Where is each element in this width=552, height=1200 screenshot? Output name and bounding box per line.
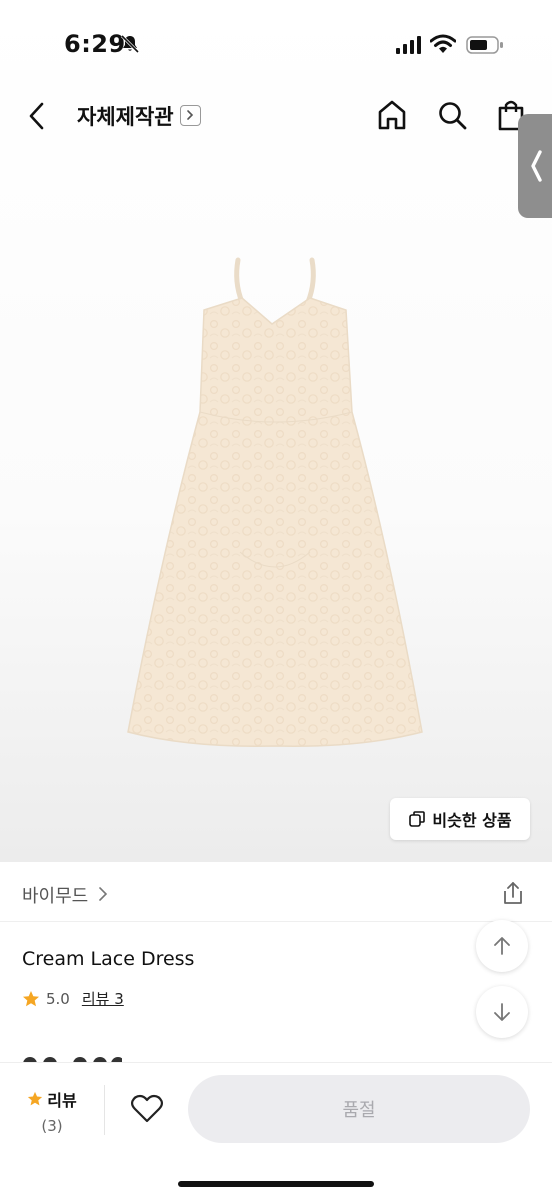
side-drawer-tab[interactable] <box>518 114 552 218</box>
search-icon[interactable] <box>436 98 468 136</box>
product-name: Cream Lace Dress <box>22 948 195 970</box>
star-icon <box>23 990 39 1006</box>
review-link[interactable]: 리뷰 3 <box>82 988 124 1009</box>
home-icon[interactable] <box>376 98 408 136</box>
home-indicator <box>178 1181 374 1187</box>
cellular-signal-icon <box>396 36 422 58</box>
status-time: 6:29 <box>64 30 126 58</box>
bell-muted-icon <box>120 34 140 58</box>
arrow-up-icon <box>494 937 510 955</box>
review-label: 리뷰 <box>47 1091 77 1110</box>
rating-row: 5.0 리뷰 3 <box>22 988 124 1009</box>
similar-products-button[interactable]: 비슷한 상품 <box>390 798 530 840</box>
review-summary-button[interactable]: 리뷰 (3) <box>22 1087 82 1135</box>
star-icon <box>28 1091 43 1106</box>
chevron-right-icon[interactable] <box>96 885 110 907</box>
review-count: (3) <box>41 1117 63 1135</box>
status-bar: 6:29 <box>0 0 552 92</box>
price-peek <box>22 1052 122 1062</box>
brand-name[interactable]: 바이무드 <box>22 882 88 908</box>
scroll-down-button[interactable] <box>476 986 528 1038</box>
similar-products-label: 비슷한 상품 <box>432 811 512 830</box>
store-title[interactable]: 자체제작관 <box>77 101 174 131</box>
chevron-left-icon <box>531 150 542 182</box>
heart-icon[interactable] <box>130 1093 164 1129</box>
share-icon[interactable] <box>500 880 526 910</box>
rating-value: 5.0 <box>46 989 70 1008</box>
scroll-up-button[interactable] <box>476 920 528 972</box>
divider <box>104 1085 105 1135</box>
sold-out-button[interactable]: 품절 <box>188 1075 530 1143</box>
back-button[interactable] <box>22 98 54 134</box>
arrow-down-icon <box>494 1003 510 1021</box>
battery-icon <box>466 35 504 59</box>
store-title-chevron-icon[interactable] <box>180 105 201 126</box>
product-image <box>120 252 430 756</box>
copy-icon <box>409 811 426 827</box>
top-nav: 자체제작관 <box>0 88 552 144</box>
wifi-icon <box>429 34 457 58</box>
brand-row: 바이무드 <box>0 862 552 922</box>
bottom-action-bar: 리뷰 (3) 품절 <box>0 1062 552 1200</box>
